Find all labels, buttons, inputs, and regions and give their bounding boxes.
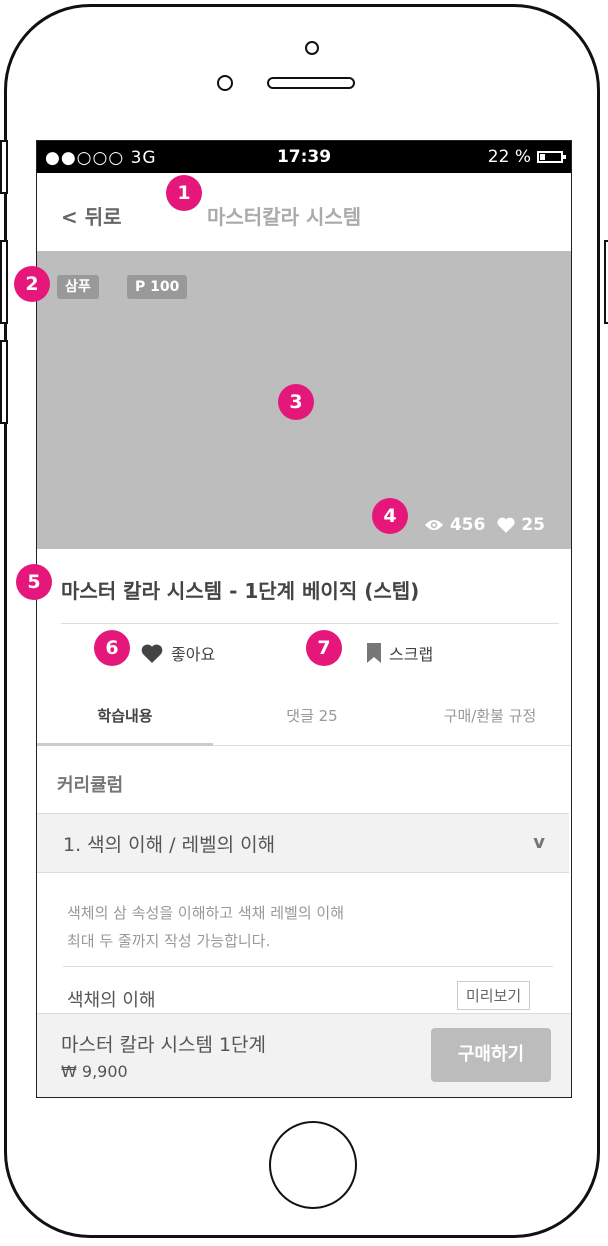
category-tag: 삼푸 xyxy=(57,275,99,299)
side-button-volume-up xyxy=(0,240,8,324)
heart-icon xyxy=(141,644,163,663)
proximity-sensor xyxy=(217,75,233,91)
purchase-bar: 마스터 칼라 시스템 1단계 ₩ 9,900 구매하기 xyxy=(37,1013,571,1097)
app-screen: ●●○○○ 3G 17:39 22 % < 뒤로 마스터칼라 시스템 삼푸 P … xyxy=(36,140,572,1098)
tab-curriculum[interactable]: 학습내용 xyxy=(37,705,213,726)
status-bar: ●●○○○ 3G 17:39 22 % xyxy=(37,141,571,173)
scrap-label: 스크랩 xyxy=(389,645,434,664)
section-description: 색체의 삼 속성을 이해하고 색채 레벨의 이해 최대 두 줄까지 작성 가능합… xyxy=(67,899,344,955)
front-camera xyxy=(305,41,319,55)
divider xyxy=(63,966,553,967)
like-label: 좋아요 xyxy=(171,645,216,664)
tab-refund-policy[interactable]: 구매/환불 규정 xyxy=(407,705,571,726)
battery-percent: 22 % xyxy=(487,147,531,167)
curriculum-section-header[interactable]: 1. 색의 이해 / 레벨의 이해 v xyxy=(37,813,569,873)
earpiece-speaker xyxy=(267,77,355,89)
top-nav: < 뒤로 마스터칼라 시스템 xyxy=(37,173,571,251)
hero-stats: 456 25 xyxy=(424,515,545,535)
battery-icon xyxy=(537,151,566,163)
side-button-volume-down xyxy=(0,340,8,424)
annotation-marker: 1 xyxy=(166,175,202,211)
side-button-mute xyxy=(0,140,8,194)
points-tag: P 100 xyxy=(127,275,188,299)
annotation-marker: 2 xyxy=(14,266,50,302)
course-title: 마스터 칼라 시스템 - 1단계 베이직 (스텝) xyxy=(61,579,420,603)
scrap-action[interactable]: 스크랩 xyxy=(367,641,433,665)
divider xyxy=(61,623,559,624)
back-button[interactable]: < 뒤로 xyxy=(61,201,122,230)
chevron-down-icon[interactable]: v xyxy=(533,832,545,853)
annotation-marker: 3 xyxy=(278,384,314,420)
annotation-marker: 5 xyxy=(16,564,52,600)
home-button[interactable] xyxy=(269,1121,357,1209)
side-button-power xyxy=(604,240,608,324)
like-action[interactable]: 좋아요 xyxy=(141,641,215,665)
active-tab-indicator xyxy=(37,743,213,746)
view-count: 456 xyxy=(449,515,486,535)
annotation-marker: 4 xyxy=(372,498,408,534)
curriculum-heading: 커리큘럼 xyxy=(57,775,124,796)
section-title: 1. 색의 이해 / 레벨의 이해 xyxy=(63,834,276,856)
page-title: 마스터칼라 시스템 xyxy=(207,205,362,229)
lesson-title: 색채의 이해 xyxy=(67,990,156,1011)
buy-button[interactable]: 구매하기 xyxy=(431,1028,551,1082)
annotation-marker: 7 xyxy=(306,630,342,666)
bookmark-icon xyxy=(367,643,381,663)
tab-bar: 학습내용 댓글 25 구매/환불 규정 xyxy=(37,685,571,746)
description-line: 색체의 삼 속성을 이해하고 색채 레벨의 이해 xyxy=(67,904,345,922)
like-count: 25 xyxy=(521,515,545,535)
preview-button[interactable]: 미리보기 xyxy=(457,981,531,1010)
heart-icon xyxy=(497,517,515,533)
product-price: ₩ 9,900 xyxy=(61,1062,128,1081)
product-name: 마스터 칼라 시스템 1단계 xyxy=(61,1034,267,1056)
tab-comments[interactable]: 댓글 25 xyxy=(237,705,387,726)
eye-icon xyxy=(424,520,443,530)
battery-indicator: 22 % xyxy=(487,147,566,167)
annotation-marker: 6 xyxy=(94,630,130,666)
description-line: 최대 두 줄까지 작성 가능합니다. xyxy=(67,932,271,950)
